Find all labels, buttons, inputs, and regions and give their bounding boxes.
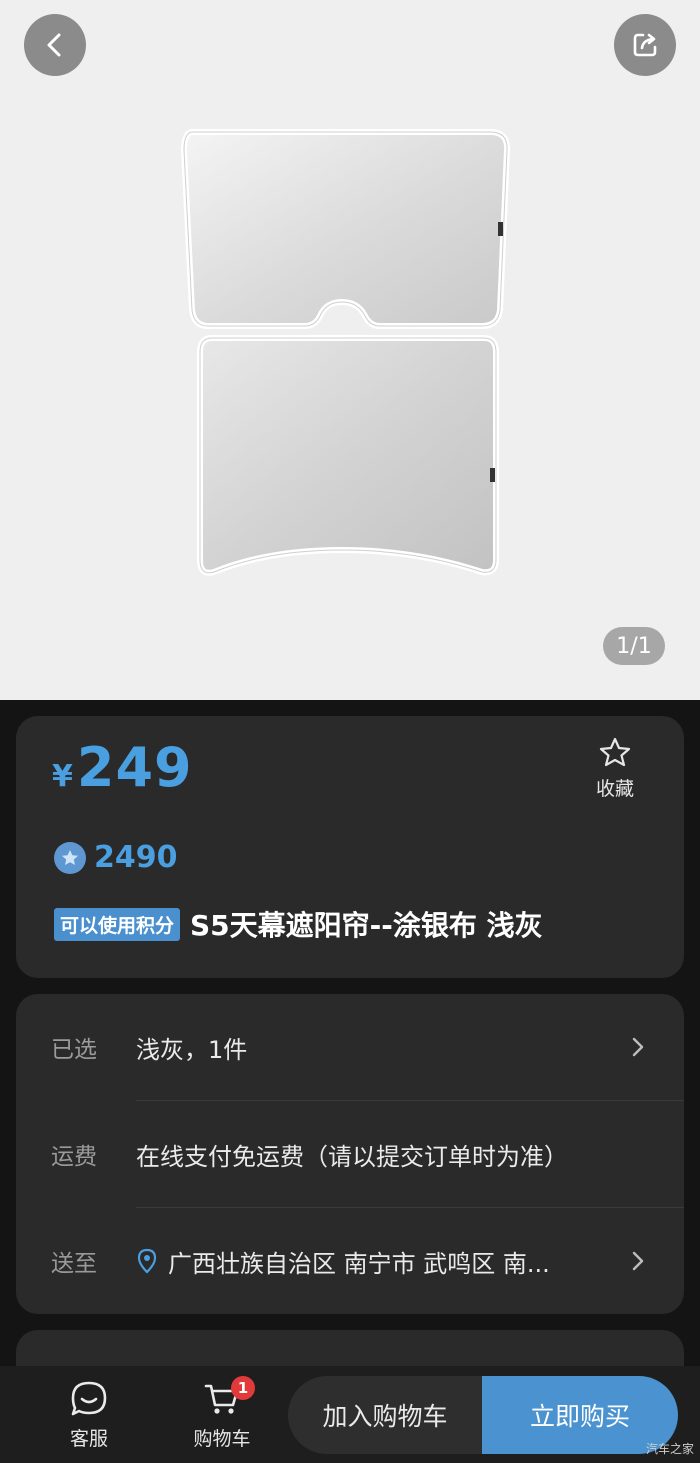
shipping-row: 运费 在线支付免运费（请以提交订单时为准） <box>16 1101 684 1207</box>
selected-value: 浅灰，1件 <box>136 1035 248 1064</box>
selected-spec-row[interactable]: 已选 浅灰，1件 <box>16 994 684 1100</box>
bottom-action-bar: 客服 1 购物车 加入购物车 立即购买 汽车之家 <box>0 1366 700 1463</box>
favorite-button[interactable]: 收藏 <box>590 736 640 801</box>
image-page-indicator: 1/1 <box>603 627 665 665</box>
points-price: 2490 <box>54 840 178 875</box>
price-card: ¥ 249 收藏 2490 可以使用积分 S5天幕遮阳帘--涂银布 浅灰 <box>16 716 684 978</box>
order-info-card: 已选 浅灰，1件 运费 在线支付免运费（请以提交订单时为准） 送至 广西壮族自治… <box>16 994 684 1314</box>
chat-bubble-icon <box>71 1381 107 1416</box>
cart-button[interactable]: 1 购物车 <box>182 1376 262 1451</box>
deliver-label: 送至 <box>51 1251 97 1277</box>
selected-label: 已选 <box>51 1037 97 1063</box>
chevron-right-icon <box>632 1037 644 1057</box>
product-title-row: 可以使用积分 S5天幕遮阳帘--涂银布 浅灰 <box>54 904 674 944</box>
share-icon <box>633 33 657 57</box>
points-value: 2490 <box>94 840 178 875</box>
deliver-address: 广西壮族自治区 南宁市 武鸣区 南... <box>136 1244 550 1279</box>
star-icon <box>599 737 631 767</box>
product-title: S5天幕遮阳帘--涂银布 浅灰 <box>190 909 543 942</box>
points-usable-badge: 可以使用积分 <box>54 907 181 941</box>
location-pin-icon <box>137 1248 157 1274</box>
cart-count-badge: 1 <box>231 1376 255 1400</box>
deliver-to-row[interactable]: 送至 广西壮族自治区 南宁市 武鸣区 南... <box>16 1208 684 1314</box>
purchase-button-group: 加入购物车 立即购买 <box>288 1376 678 1454</box>
share-button[interactable] <box>614 14 676 76</box>
back-button[interactable] <box>24 14 86 76</box>
price-amount: 249 <box>76 736 193 799</box>
customer-service-label: 客服 <box>69 1428 108 1450</box>
shipping-label: 运费 <box>51 1144 97 1170</box>
chevron-right-icon <box>632 1251 644 1271</box>
points-star-icon <box>54 841 86 874</box>
currency-symbol: ¥ <box>52 759 73 794</box>
chevron-left-icon <box>47 33 61 57</box>
product-image <box>180 129 511 576</box>
shipping-value: 在线支付免运费（请以提交订单时为准） <box>136 1142 568 1171</box>
product-image-gallery[interactable]: 1/1 <box>0 0 700 700</box>
cart-label: 购物车 <box>193 1428 251 1450</box>
price: ¥ 249 <box>52 736 193 799</box>
watermark: 汽车之家 <box>645 1442 694 1456</box>
deliver-address-text: 广西壮族自治区 南宁市 武鸣区 南... <box>168 1249 550 1278</box>
customer-service-button[interactable]: 客服 <box>49 1380 129 1451</box>
favorite-label: 收藏 <box>595 778 634 800</box>
add-to-cart-button[interactable]: 加入购物车 <box>288 1376 482 1454</box>
